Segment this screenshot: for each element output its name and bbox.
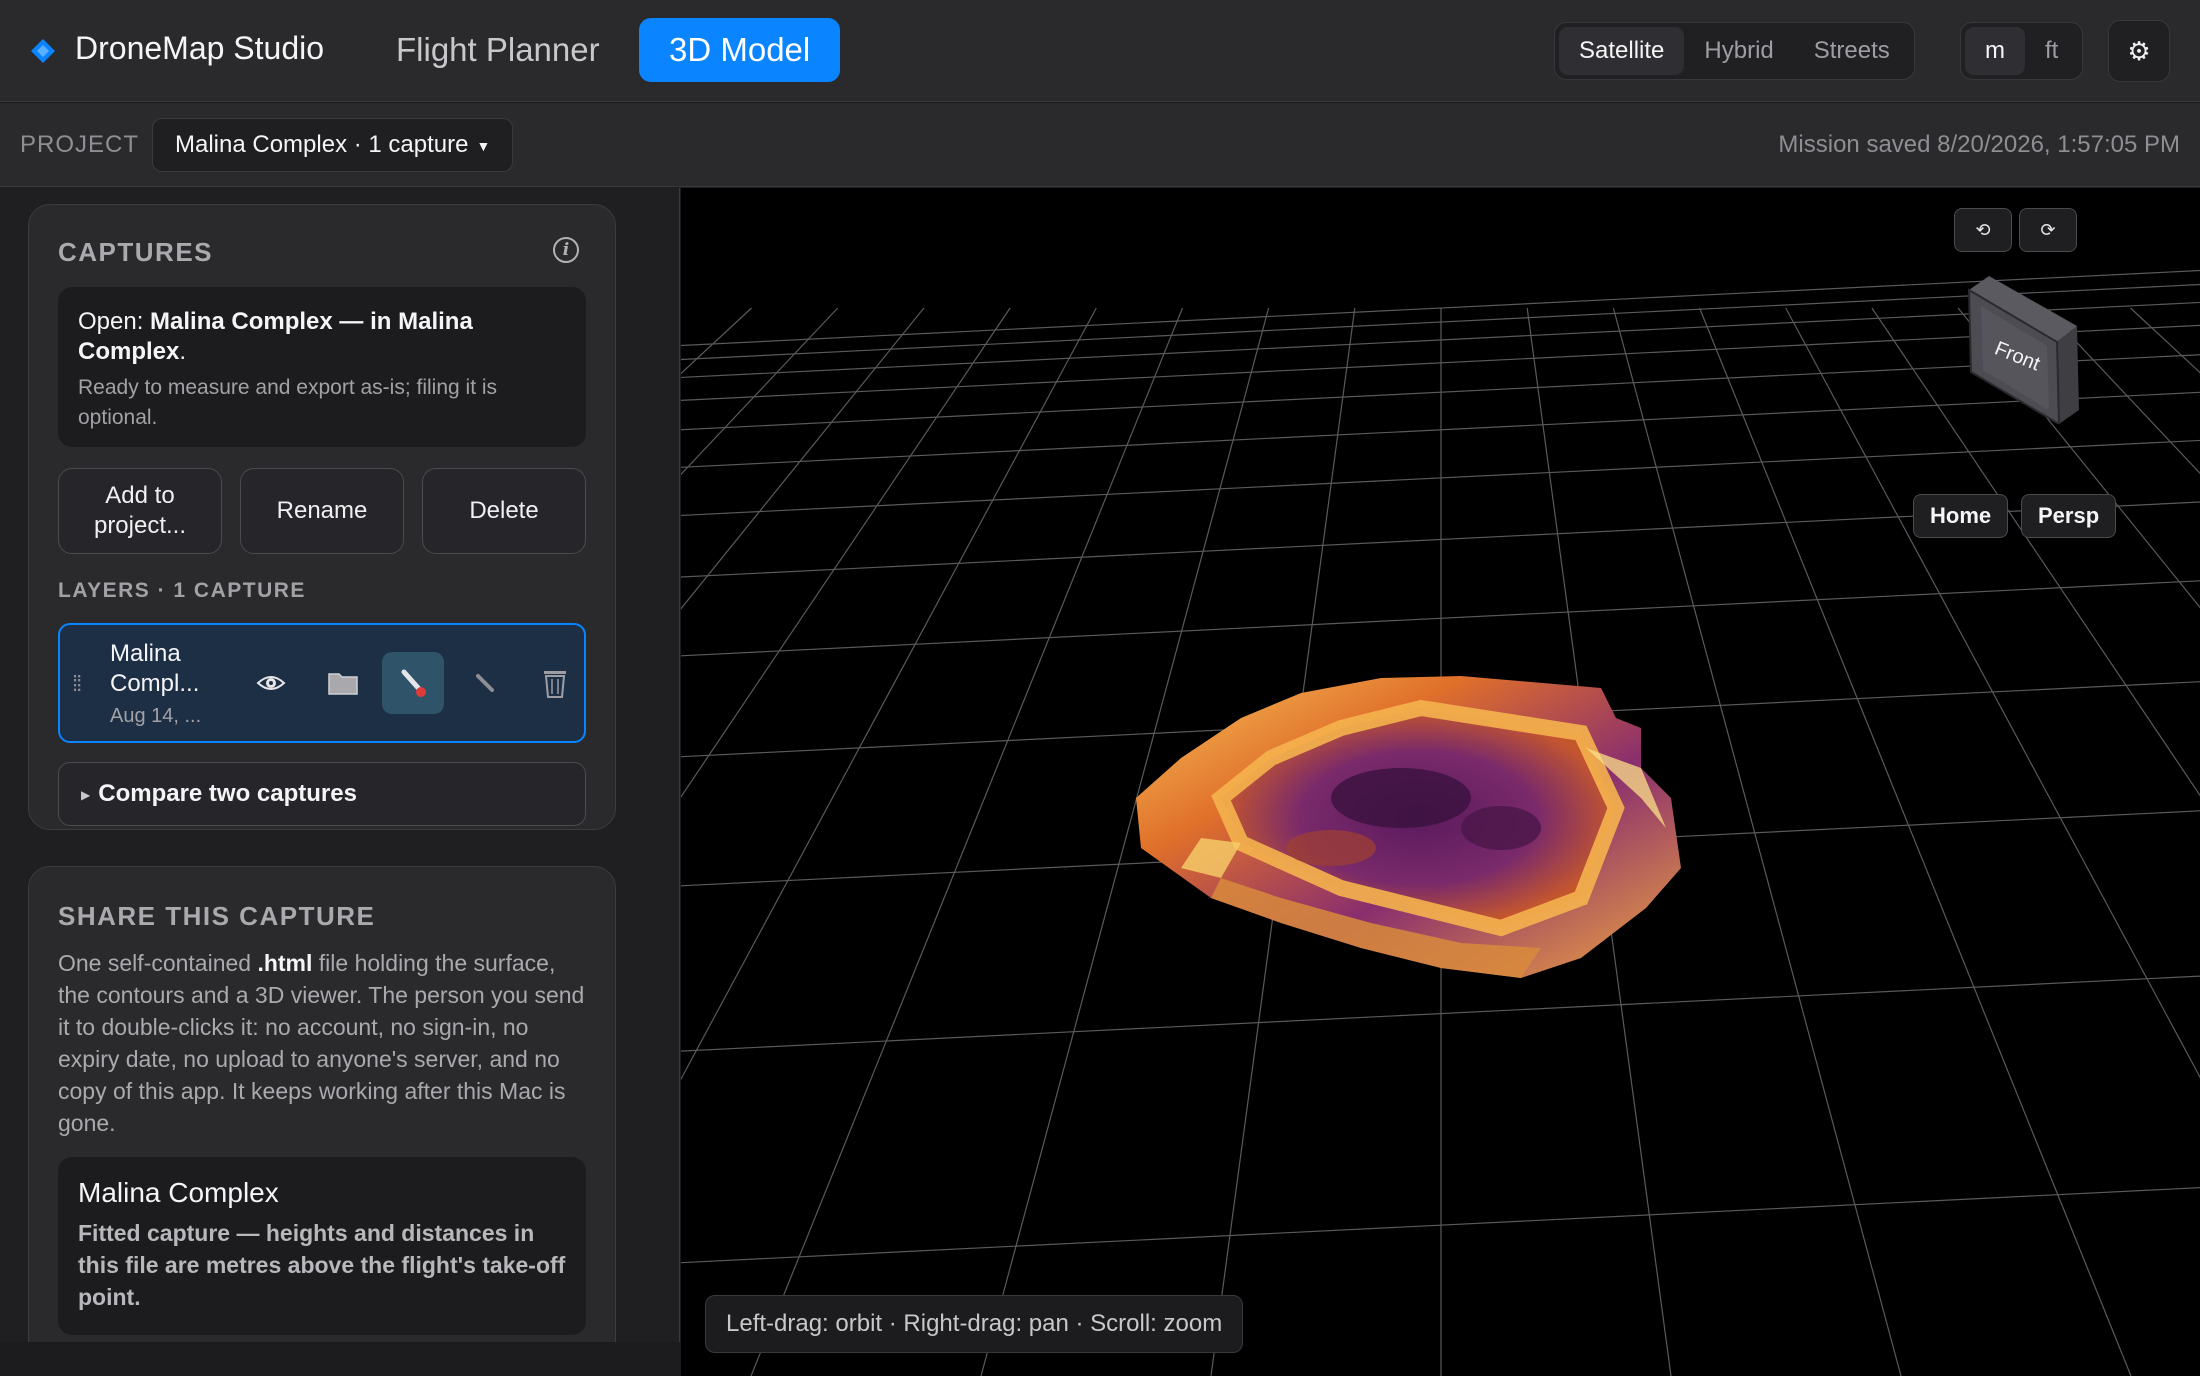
delete-button[interactable]: Delete [422,468,586,554]
share-heading: SHARE THIS CAPTURE [58,901,376,931]
visibility-eye-icon[interactable] [240,652,302,714]
open-capture-note: Ready to measure and export as-is; filin… [78,376,498,429]
rotate-right-icon: ⟳ [2040,220,2056,240]
app-title: DroneMap Studio [75,30,325,66]
map-mode-toggle: Satellite Hybrid Streets [1554,22,1915,80]
compare-label: Compare two captures [98,780,357,807]
share-capture-card: Malina Complex Fitted capture — heights … [58,1157,586,1335]
project-select-value: Malina Complex · 1 capture [175,131,469,158]
add-to-project-button[interactable]: Add to project... [58,468,222,554]
unit-feet[interactable]: ft [2025,27,2078,75]
trash-icon[interactable] [524,652,586,714]
open-capture-name: Malina Complex [150,308,333,335]
disclosure-triangle-icon: ▶ [81,787,91,802]
rotate-left-button[interactable]: ⟲ [1954,208,2012,252]
compare-captures-toggle[interactable]: ▶ Compare two captures [58,762,586,826]
3d-viewport[interactable]: ⟲ ⟳ Front Home Persp Left-drag: orbit · … [681,188,2200,1376]
layer-date: Aug 14, ... [110,705,202,727]
thermal-layer-icon[interactable] [382,652,444,714]
map-mode-hybrid[interactable]: Hybrid [1684,27,1793,75]
rename-button[interactable]: Rename [240,468,404,554]
open-capture-summary: Open: Malina Complex — in Malina Complex… [58,287,586,447]
tab-flight-planner[interactable]: Flight Planner [366,18,630,82]
chevron-down-icon: ▼ [476,137,491,154]
pencil-icon[interactable] [454,652,516,714]
share-description: One self-contained .html file holding th… [58,950,585,1136]
tab-3d-model[interactable]: 3D Model [639,18,841,82]
rotate-right-button[interactable]: ⟳ [2019,208,2077,252]
perspective-toggle-button[interactable]: Persp [2021,494,2117,538]
captures-card: CAPTURES i Open: Malina Complex — in Mal… [28,204,616,830]
share-capture-title: Malina Complex [78,1177,279,1208]
captures-heading: CAPTURES [58,237,214,267]
layer-name: Malina Compl... [110,640,200,697]
top-bar: DroneMap Studio Flight Planner 3D Model … [0,0,2200,102]
controls-hint: Left-drag: orbit · Right-drag: pan · Scr… [705,1295,1244,1353]
rotate-left-icon: ⟲ [1975,220,1991,240]
share-capture-description: Fitted capture — heights and distances i… [78,1220,566,1310]
share-card: SHARE THIS CAPTURE One self-contained .h… [28,866,616,1342]
settings-button[interactable]: ⚙ [2108,20,2170,82]
folder-icon[interactable] [312,652,374,714]
map-mode-satellite[interactable]: Satellite [1559,27,1685,75]
open-capture-line: Open: Malina Complex — in Malina Complex… [78,308,473,365]
drag-handle-icon[interactable]: ⁞⁞ [72,671,82,697]
unit-toggle: m ft [1960,22,2084,80]
app-logo-icon [31,39,55,63]
project-bar: PROJECT Malina Complex · 1 capture ▼ Miss… [0,103,2200,187]
layers-heading: LAYERS · 1 CAPTURE [58,579,306,602]
save-status: Mission saved 8/20/2026, 1:57:05 PM [1778,131,2180,158]
layer-row[interactable]: ⁞⁞ Malina Compl... Aug 14, ... [58,623,586,743]
gear-icon: ⚙ [2127,36,2151,66]
project-select[interactable]: Malina Complex · 1 capture ▼ [152,118,514,172]
left-panel: CAPTURES i Open: Malina Complex — in Mal… [0,188,680,1342]
project-label: PROJECT [20,131,140,158]
info-icon[interactable]: i [553,237,579,263]
view-cube[interactable]: Front [1949,270,2093,424]
home-view-button[interactable]: Home [1913,494,2009,538]
map-mode-streets[interactable]: Streets [1794,27,1910,75]
unit-metres[interactable]: m [1965,27,2025,75]
